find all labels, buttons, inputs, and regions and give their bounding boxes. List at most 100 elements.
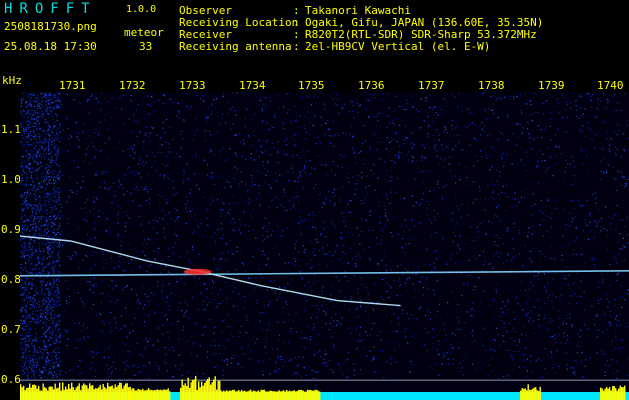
noise-speck	[186, 251, 188, 253]
noise-speck	[194, 256, 196, 258]
noise-speck	[373, 173, 375, 175]
noise-speck	[47, 288, 49, 290]
noise-speck	[482, 328, 485, 330]
noise-speck	[21, 208, 23, 210]
noise-speck	[31, 281, 33, 283]
noise-speck	[287, 319, 289, 321]
noise-speck	[405, 282, 407, 284]
noise-speck	[442, 159, 444, 161]
noise-speck	[347, 352, 349, 354]
noise-speck	[547, 200, 549, 202]
noise-speck	[41, 293, 43, 296]
noise-speck	[247, 277, 250, 279]
noise-speck	[413, 265, 415, 267]
noise-speck	[236, 92, 238, 94]
noise-speck	[55, 113, 57, 115]
noise-speck	[553, 334, 556, 336]
noise-speck	[611, 217, 613, 219]
noise-speck	[32, 94, 34, 96]
noise-speck	[55, 325, 57, 327]
noise-speck	[368, 247, 370, 249]
noise-speck	[32, 345, 34, 347]
noise-speck	[34, 102, 36, 104]
noise-speck	[373, 231, 375, 233]
noise-speck	[301, 275, 303, 277]
noise-speck	[31, 195, 33, 197]
noise-speck	[349, 111, 351, 113]
noise-speck	[232, 355, 234, 357]
noise-speck	[498, 131, 501, 133]
noise-speck	[254, 113, 256, 115]
noise-speck	[44, 139, 46, 141]
noise-speck	[601, 147, 603, 149]
noise-speck	[412, 160, 414, 162]
noise-speck	[69, 138, 71, 140]
noise-speck	[34, 223, 36, 225]
noise-speck	[519, 341, 521, 343]
noise-speck	[21, 356, 23, 358]
noise-speck	[136, 135, 138, 137]
noise-speck	[47, 125, 49, 127]
noise-speck	[626, 124, 628, 126]
noise-speck	[518, 229, 520, 231]
noise-speck	[47, 218, 49, 220]
noise-speck	[50, 227, 53, 229]
noise-speck	[269, 100, 271, 102]
noise-speck	[339, 258, 341, 260]
noise-speck	[117, 235, 119, 237]
noise-speck	[31, 287, 33, 289]
noise-speck	[397, 233, 400, 235]
noise-speck	[438, 303, 441, 305]
noise-speck	[109, 187, 111, 189]
noise-speck	[160, 137, 162, 139]
noise-speck	[191, 156, 193, 158]
noise-speck	[301, 169, 303, 171]
noise-speck	[373, 358, 375, 360]
noise-speck	[198, 226, 200, 228]
noise-speck	[163, 176, 165, 178]
noise-speck	[294, 264, 296, 266]
noise-speck	[50, 312, 52, 314]
noise-speck	[204, 313, 207, 315]
noise-speck	[39, 204, 41, 206]
noise-speck	[57, 291, 60, 293]
noise-speck	[48, 255, 50, 257]
noise-speck	[38, 322, 40, 324]
noise-speck	[337, 135, 340, 137]
noise-speck	[128, 118, 130, 120]
noise-speck	[280, 356, 282, 358]
noise-speck	[299, 271, 301, 273]
noise-speck	[438, 374, 440, 376]
noise-speck	[29, 193, 31, 195]
noise-speck	[252, 255, 254, 258]
noise-speck	[178, 112, 180, 114]
noise-speck	[360, 103, 362, 106]
noise-speck	[475, 232, 477, 234]
noise-speck	[189, 262, 191, 264]
noise-speck	[296, 331, 298, 333]
noise-speck	[621, 175, 624, 178]
noise-speck	[285, 301, 287, 303]
noise-speck	[325, 323, 327, 325]
noise-speck	[52, 367, 55, 369]
noise-speck	[177, 102, 179, 104]
noise-speck	[245, 271, 247, 273]
noise-speck	[21, 224, 23, 226]
noise-speck	[333, 344, 335, 346]
noise-speck	[249, 199, 251, 201]
noise-speck	[140, 176, 142, 178]
noise-speck	[67, 338, 69, 340]
noise-speck	[310, 259, 312, 261]
noise-speck	[599, 329, 601, 331]
noise-speck	[276, 372, 278, 374]
noise-speck	[41, 141, 43, 143]
noise-speck	[106, 218, 108, 220]
noise-speck	[270, 280, 272, 282]
noise-speck	[365, 108, 367, 110]
noise-speck	[252, 144, 254, 146]
noise-speck	[136, 186, 138, 188]
noise-speck	[24, 364, 26, 366]
noise-speck	[354, 156, 356, 158]
noise-speck	[512, 358, 514, 360]
noise-speck	[400, 225, 402, 227]
